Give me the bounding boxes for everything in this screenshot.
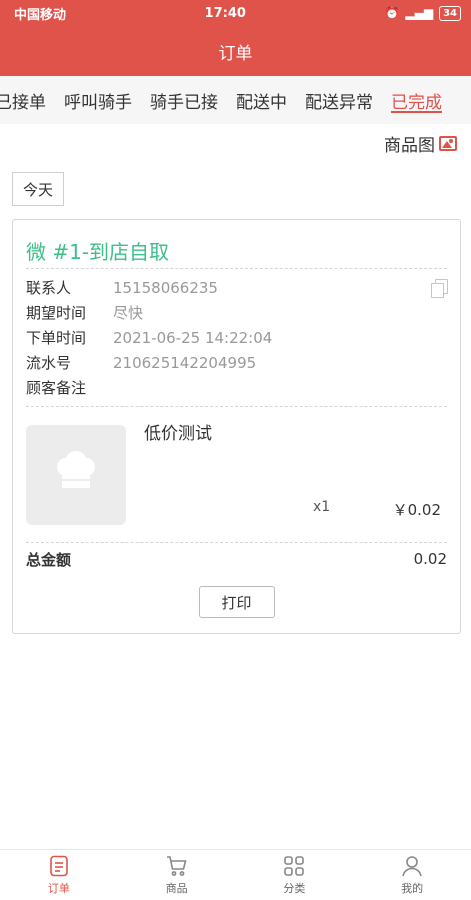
order-card: 微 #1-到店自取 联系人 15158066235 期望时间 尽快 下单时间 2…	[12, 219, 461, 634]
order-icon	[50, 855, 68, 877]
order-info: 联系人 15158066235 期望时间 尽快 下单时间 2021-06-25 …	[26, 269, 448, 406]
nav-item-products[interactable]: 商品	[118, 850, 236, 900]
total-value: 0.02	[413, 550, 447, 568]
battery-icon: 34	[439, 5, 461, 21]
nav-item-categories[interactable]: 分类	[236, 850, 354, 900]
total-label: 总金额	[26, 550, 72, 569]
bottom-nav: 订单 商品 分类 我的	[0, 849, 471, 900]
nav-label-orders: 订单	[47, 882, 70, 895]
serial-label: 流水号	[26, 354, 72, 372]
tab-rider-accepted[interactable]: 骑手已接	[141, 76, 227, 124]
alarm-icon: ⏰	[384, 6, 400, 20]
clock-text: 17:40	[204, 5, 246, 21]
tab-completed[interactable]: 已完成	[382, 76, 451, 124]
tab-delivering[interactable]: 配送中	[227, 76, 296, 124]
tab-accepted[interactable]: 已接单	[0, 76, 55, 124]
customer-note-row: 顾客备注	[26, 375, 447, 400]
product-thumbnail	[26, 425, 126, 525]
contact-row: 联系人 15158066235	[26, 275, 447, 300]
expected-time-label: 期望时间	[26, 304, 87, 322]
grid-icon	[284, 856, 305, 876]
status-icons: ⏰ ▂▄▆ 34	[384, 5, 461, 21]
nav-item-profile[interactable]: 我的	[353, 850, 471, 900]
signal-icon: ▂▄▆	[405, 6, 434, 20]
date-filter-button[interactable]: 今天	[12, 172, 64, 206]
copy-icon[interactable]	[431, 279, 448, 298]
carrier-text: 中国移动	[14, 7, 67, 23]
contact-label: 联系人	[26, 279, 72, 297]
order-item: 低价测试 x1 ￥0.02	[26, 407, 447, 542]
order-time-row: 下单时间 2021-06-25 14:22:04	[26, 325, 447, 350]
product-quantity: x1	[313, 499, 331, 515]
nav-label-products: 商品	[165, 882, 188, 895]
serial-row: 流水号 210625142204995	[26, 350, 447, 375]
app-header: 订单	[0, 26, 471, 76]
page-title: 订单	[218, 43, 253, 64]
tab-call-rider[interactable]: 呼叫骑手	[55, 76, 141, 124]
serial-value: 210625142204995	[113, 353, 257, 372]
status-bar: 中国移动 17:40 ⏰ ▂▄▆ 34	[0, 0, 471, 26]
print-button[interactable]: 打印	[198, 586, 275, 618]
order-title: 微 #1-到店自取	[26, 239, 170, 264]
cart-icon	[166, 856, 187, 876]
user-icon	[402, 856, 422, 877]
product-image-toggle[interactable]: 商品图	[384, 131, 457, 156]
picture-icon	[439, 136, 457, 151]
order-time-value: 2021-06-25 14:22:04	[113, 328, 273, 347]
tab-delivery-exception[interactable]: 配送异常	[296, 76, 382, 124]
product-name: 低价测试	[144, 424, 212, 444]
total-row: 总金额 0.02	[26, 543, 447, 575]
contact-value: 15158066235	[113, 278, 218, 297]
order-status-tabs: 已接单 呼叫骑手 骑手已接 配送中 配送异常 已完成	[0, 76, 471, 124]
order-time-label: 下单时间	[26, 329, 87, 347]
chef-hat-icon	[57, 451, 95, 488]
expected-time-value: 尽快	[113, 304, 144, 322]
product-price: ￥0.02	[392, 501, 441, 519]
nav-label-profile: 我的	[401, 882, 424, 895]
nav-item-orders[interactable]: 订单	[0, 850, 118, 900]
customer-note-label: 顾客备注	[26, 379, 87, 397]
product-image-toggle-label: 商品图	[384, 136, 435, 156]
expected-time-row: 期望时间 尽快	[26, 300, 447, 325]
nav-label-categories: 分类	[283, 882, 306, 895]
